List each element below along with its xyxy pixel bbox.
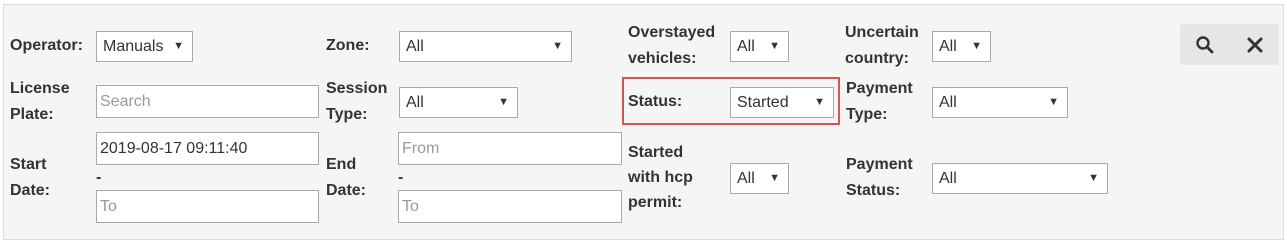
- end-date-from-input[interactable]: From: [398, 132, 622, 165]
- license-plate-label-line1: License: [10, 80, 70, 97]
- payment-status-select[interactable]: All ▼: [932, 163, 1108, 194]
- license-plate-search-input[interactable]: Search: [96, 85, 319, 118]
- payment-type-label-line1: Payment: [846, 80, 913, 97]
- end-date-label-line2: Date:: [326, 182, 367, 199]
- start-date-from-input[interactable]: 2019-08-17 09:11:40: [96, 132, 319, 165]
- search-button[interactable]: [1180, 24, 1229, 65]
- status-highlight-box: [622, 77, 840, 125]
- overstayed-select-value: All: [737, 38, 755, 55]
- hcp-permit-label-line1: Started: [628, 144, 684, 161]
- dropdown-arrow-icon: ▼: [173, 40, 184, 52]
- zone-select[interactable]: All ▼: [399, 31, 572, 62]
- overstayed-label-line1: Overstayed: [628, 24, 716, 41]
- payment-type-select-value: All: [939, 94, 957, 111]
- hcp-permit-label-line3: permit:: [628, 194, 683, 211]
- payment-status-label-line1: Payment: [846, 156, 913, 173]
- payment-type-label-line2: Type:: [846, 106, 888, 123]
- payment-status-label-line2: Status:: [846, 182, 901, 199]
- payment-type-select[interactable]: All ▼: [932, 87, 1068, 118]
- dropdown-arrow-icon: ▼: [769, 172, 780, 184]
- payment-status-select-value: All: [939, 170, 957, 187]
- overstayed-label-line2: vehicles:: [628, 50, 697, 67]
- uncertain-country-select-value: All: [939, 38, 957, 55]
- hcp-permit-select-value: All: [737, 170, 755, 187]
- operator-label: Operator:: [10, 37, 83, 54]
- uncertain-country-label-line2: country:: [845, 50, 909, 67]
- zone-select-value: All: [406, 38, 424, 55]
- session-type-select-value: All: [406, 94, 424, 111]
- operator-select-value: Manuals: [103, 38, 164, 55]
- uncertain-country-label-line1: Uncertain: [845, 24, 919, 41]
- start-date-separator: -: [96, 169, 102, 186]
- dropdown-arrow-icon: ▼: [1088, 172, 1099, 184]
- hcp-permit-label-line2: with hcp: [628, 169, 693, 186]
- session-type-label-line2: Type:: [326, 106, 368, 123]
- end-date-separator: -: [398, 169, 404, 186]
- start-date-to-input[interactable]: To: [96, 190, 319, 223]
- close-icon: [1247, 37, 1262, 52]
- dropdown-arrow-icon: ▼: [552, 40, 563, 52]
- clear-button[interactable]: [1230, 24, 1279, 65]
- hcp-permit-select[interactable]: All ▼: [730, 163, 789, 194]
- license-plate-label-line2: Plate:: [10, 106, 54, 123]
- end-date-to-input[interactable]: To: [398, 190, 622, 223]
- dropdown-arrow-icon: ▼: [971, 40, 982, 52]
- overstayed-select[interactable]: All ▼: [730, 31, 789, 62]
- session-type-label-line1: Session: [326, 80, 388, 97]
- start-date-label-line2: Date:: [10, 182, 51, 199]
- session-type-select[interactable]: All ▼: [399, 87, 518, 118]
- filter-actions: [1180, 24, 1279, 65]
- uncertain-country-select[interactable]: All ▼: [932, 31, 991, 62]
- dropdown-arrow-icon: ▼: [769, 40, 780, 52]
- operator-select[interactable]: Manuals ▼: [96, 31, 193, 62]
- magnifier-icon: [1195, 35, 1213, 53]
- end-date-label-line1: End: [326, 156, 357, 173]
- dropdown-arrow-icon: ▼: [498, 96, 509, 108]
- zone-label: Zone:: [326, 37, 370, 54]
- start-date-label-line1: Start: [10, 156, 47, 173]
- dropdown-arrow-icon: ▼: [1048, 96, 1059, 108]
